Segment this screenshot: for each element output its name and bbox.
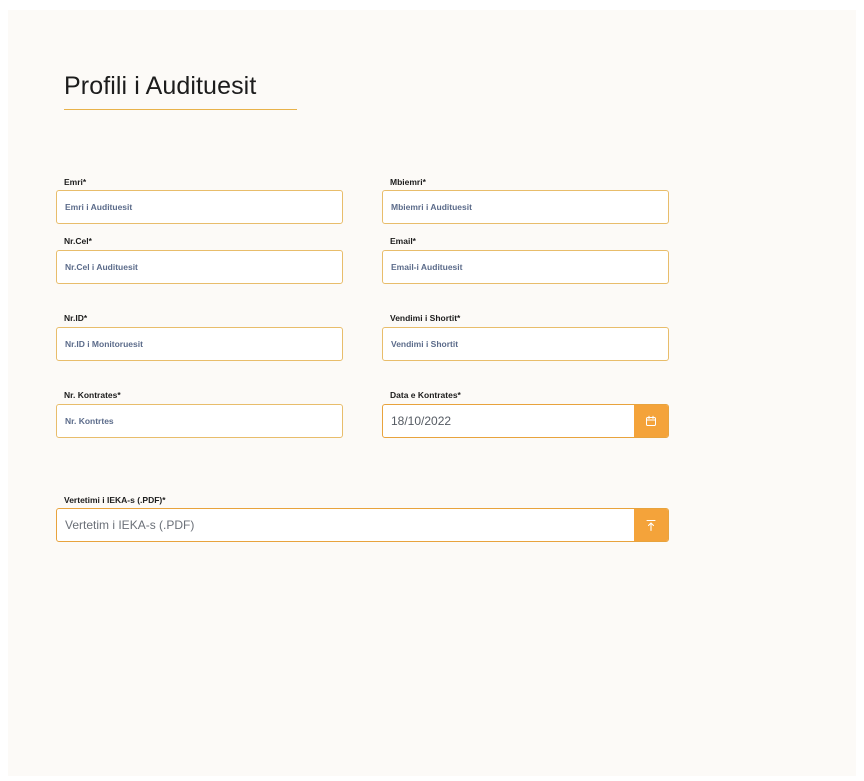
pdf-upload-field[interactable] (56, 508, 669, 542)
nrid-label: Nr.ID* (64, 313, 88, 323)
nrcel-input[interactable] (56, 250, 343, 284)
vendimi-input[interactable] (382, 327, 669, 361)
mbiemri-input[interactable] (382, 190, 669, 224)
emri-label: Emri* (64, 177, 87, 187)
data-kontrates-label: Data e Kontrates* (390, 390, 461, 400)
emri-input[interactable] (56, 190, 343, 224)
email-label: Email* (390, 236, 416, 246)
page-container: Profili i Audituesit Emri* Mbiemri* Nr.C… (8, 10, 856, 776)
mbiemri-label: Mbiemri* (390, 177, 426, 187)
title-underline (64, 109, 297, 110)
vendimi-label: Vendimi i Shortit* (390, 313, 461, 323)
nrcel-label: Nr.Cel* (64, 236, 92, 246)
pdf-upload-input[interactable] (57, 509, 634, 541)
kontrates-label: Nr. Kontrates* (64, 390, 121, 400)
kontrates-input[interactable] (56, 404, 343, 438)
page-title: Profili i Audituesit (64, 72, 257, 100)
nrid-input[interactable] (56, 327, 343, 361)
vertetimi-label: Vertetimi i IEKA-s (.PDF)* (64, 495, 166, 505)
upload-icon (646, 519, 656, 531)
calendar-icon (646, 415, 656, 426)
date-picker-field[interactable]: 18/10/2022 (382, 404, 669, 438)
date-value: 18/10/2022 (391, 414, 452, 428)
upload-button[interactable] (634, 509, 668, 541)
email-input[interactable] (382, 250, 669, 284)
calendar-button[interactable] (634, 405, 668, 437)
